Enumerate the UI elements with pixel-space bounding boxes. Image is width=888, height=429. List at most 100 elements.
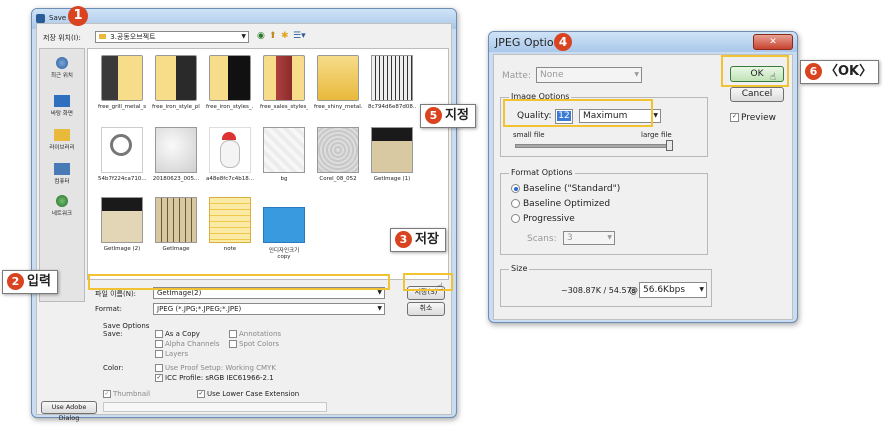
use-adobe-dialog-button[interactable]: Use Adobe Dialog — [41, 401, 97, 422]
annotations-checkbox[interactable]: Annotations — [229, 330, 281, 338]
callout-text: 지정 — [445, 108, 469, 123]
folder-thumbnail — [101, 55, 143, 101]
file-name: free_sales_styles_... — [260, 104, 308, 110]
jpeg-options-body: Matte: None ▼ Image Options Quality: 12 … — [493, 54, 793, 320]
radio-label: Progressive — [523, 214, 575, 224]
image-thumbnail — [371, 55, 413, 101]
radio-label: Baseline ("Standard") — [523, 184, 621, 194]
baseline-optimized-radio[interactable]: Baseline Optimized — [511, 199, 610, 209]
baseline-standard-radio[interactable]: Baseline ("Standard") — [511, 184, 620, 194]
cancel-button[interactable]: 취소 — [407, 302, 445, 316]
snowman-body — [220, 140, 240, 168]
file-item[interactable]: 20180623_005... — [152, 127, 200, 182]
thumbnail-checkbox[interactable]: ✓ Thumbnail — [103, 390, 150, 398]
callout-step-2: 2 입력 — [2, 270, 58, 294]
format-options-group: Format Options Baseline ("Standard") Bas… — [500, 168, 708, 255]
folder-icon — [99, 34, 106, 39]
save-label: Save: — [103, 330, 123, 338]
preview-checkbox[interactable]: ✓ Preview — [730, 113, 776, 123]
radio-dot — [511, 214, 520, 223]
computer-icon — [54, 163, 70, 175]
chevron-down-icon: ▼ — [653, 112, 658, 119]
quality-highlight — [503, 99, 653, 127]
file-item[interactable]: GetImage (2) — [98, 197, 146, 252]
file-name: bg — [280, 176, 288, 182]
size-value: ~308.87K / 54.57s — [561, 286, 636, 295]
callout-text: 입력 — [27, 274, 51, 289]
at-label: @ — [629, 286, 638, 296]
file-name: free_iron_style_pl... — [152, 104, 200, 110]
file-item[interactable]: free_iron_styles_... — [206, 55, 254, 110]
radio-label: Baseline Optimized — [523, 199, 611, 209]
small-file-label: small file — [513, 131, 545, 139]
sidebar-item-desktop[interactable]: 바탕 화면 — [42, 95, 82, 117]
file-item[interactable]: free_sales_styles_... — [260, 55, 308, 110]
sidebar-item-network[interactable]: 네트워크 — [42, 195, 82, 217]
file-name: 54b7f224ca710... — [98, 176, 146, 182]
sidebar-label: 바탕 화면 — [51, 111, 73, 117]
callout-number: 2 — [7, 273, 24, 290]
checkbox-box — [155, 330, 163, 338]
close-button[interactable]: ✕ — [753, 34, 793, 50]
save-as-window: Save As 저장 위치(I): 3.공동오브젝트 ▼ ◉ ⬆ ✱ ☰▾ 최근… — [31, 8, 457, 422]
checkbox-box — [155, 340, 163, 348]
file-item[interactable]: GetImage — [152, 197, 200, 252]
lower-case-ext-checkbox[interactable]: ✓ Use Lower Case Extension — [197, 390, 299, 398]
calligraphy-thumbnail — [155, 197, 197, 243]
save-in-value: 3.공동오브젝트 — [110, 33, 156, 41]
checkbox-box: ✓ — [730, 113, 739, 122]
ok-button-highlight — [721, 55, 789, 87]
portrait-thumbnail — [371, 127, 413, 173]
file-item[interactable]: a48e8fc7c4b18... — [206, 127, 254, 182]
file-item[interactable]: 8c794d6e87d08... — [368, 55, 416, 110]
file-item[interactable]: 인디자인크기 copy — [260, 197, 308, 260]
file-name: 인디자인크기 copy — [268, 248, 300, 260]
magnifier-icon — [110, 134, 132, 156]
speed-select[interactable]: 56.6Kbps ▼ — [639, 282, 707, 298]
sidebar-item-recent[interactable]: 최근 위치 — [42, 57, 82, 79]
view-menu-icon[interactable]: ☰▾ — [293, 31, 306, 41]
file-item[interactable]: GetImage (1) — [368, 127, 416, 182]
quality-slider-track[interactable] — [515, 140, 673, 151]
spot-colors-checkbox[interactable]: Spot Colors — [229, 340, 279, 348]
callout-step-3: 3 저장 — [390, 228, 446, 252]
close-icon: ✕ — [769, 37, 777, 47]
proof-setup-checkbox[interactable]: Use Proof Setup: Working CMYK — [155, 364, 276, 372]
callout-number: 5 — [425, 107, 442, 124]
file-item[interactable]: bg — [260, 127, 308, 182]
image-thumbnail — [155, 127, 197, 173]
checkbox-label: Use Lower Case Extension — [207, 390, 300, 398]
icc-profile-checkbox[interactable]: ✓ ICC Profile: sRGB IEC61966-2.1 — [155, 374, 274, 382]
cursor-hand-icon: ☝ — [770, 72, 777, 83]
folder-thumbnail — [209, 55, 251, 101]
format-select[interactable]: JPEG (*.JPG;*.JPEG;*.JPE) ▼ — [153, 303, 385, 315]
file-item[interactable]: note — [206, 197, 254, 252]
file-name: note — [223, 246, 237, 252]
file-item[interactable]: Corel_08_052 — [314, 127, 362, 182]
progressive-radio[interactable]: Progressive — [511, 214, 575, 224]
back-icon[interactable]: ◉ — [257, 31, 265, 41]
scans-select[interactable]: 3 ▼ — [563, 231, 615, 245]
chevron-down-icon: ▼ — [607, 234, 612, 241]
scans-label: Scans: — [527, 234, 557, 244]
image-thumbnail — [263, 207, 305, 243]
up-folder-icon[interactable]: ⬆ — [269, 31, 277, 41]
jpeg-options-titlebar: JPEG Options ✕ — [489, 32, 797, 52]
sidebar-item-libraries[interactable]: 라이브러리 — [42, 129, 82, 151]
file-item[interactable]: free_shiny_metal... — [314, 55, 362, 110]
sidebar-item-computer[interactable]: 컴퓨터 — [42, 163, 82, 185]
quality-slider-thumb[interactable] — [666, 140, 673, 151]
alpha-channels-checkbox[interactable]: Alpha Channels — [155, 340, 220, 348]
file-item[interactable]: free_grill_metal_s... — [98, 55, 146, 110]
file-item[interactable]: free_iron_style_pl... — [152, 55, 200, 110]
cancel-button[interactable]: Cancel — [730, 87, 784, 102]
callout-step-4: 4 — [554, 33, 572, 51]
matte-select[interactable]: None ▼ — [536, 67, 642, 83]
format-options-title: Format Options — [509, 168, 575, 177]
file-item[interactable]: 54b7f224ca710... — [98, 127, 146, 182]
sidebar-label: 네트워크 — [51, 211, 73, 217]
layers-checkbox[interactable]: Layers — [155, 350, 188, 358]
new-folder-icon[interactable]: ✱ — [281, 31, 289, 41]
as-copy-checkbox[interactable]: As a Copy — [155, 330, 200, 338]
save-in-combo[interactable]: 3.공동오브젝트 ▼ — [95, 31, 249, 43]
